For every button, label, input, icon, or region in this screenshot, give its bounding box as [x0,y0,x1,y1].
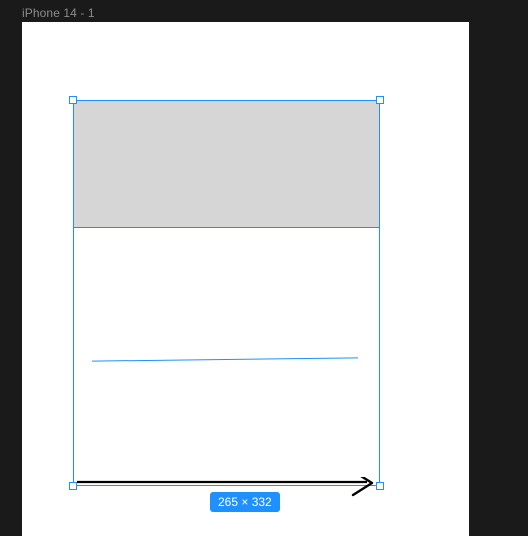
selected-frame[interactable] [73,100,380,486]
selection-handle-top-right[interactable] [376,96,384,104]
selection-size-badge: 265 × 332 [210,492,280,512]
line-layer[interactable] [92,357,358,361]
selection-handle-bottom-left[interactable] [69,482,77,490]
arrow-layer[interactable] [77,477,379,489]
selection-handle-bottom-right[interactable] [376,482,384,490]
artboard-canvas[interactable]: 265 × 332 [22,22,469,536]
gray-rectangle-layer[interactable] [74,101,379,228]
frame-title[interactable]: iPhone 14 - 1 [22,6,95,20]
selection-handle-top-left[interactable] [69,96,77,104]
